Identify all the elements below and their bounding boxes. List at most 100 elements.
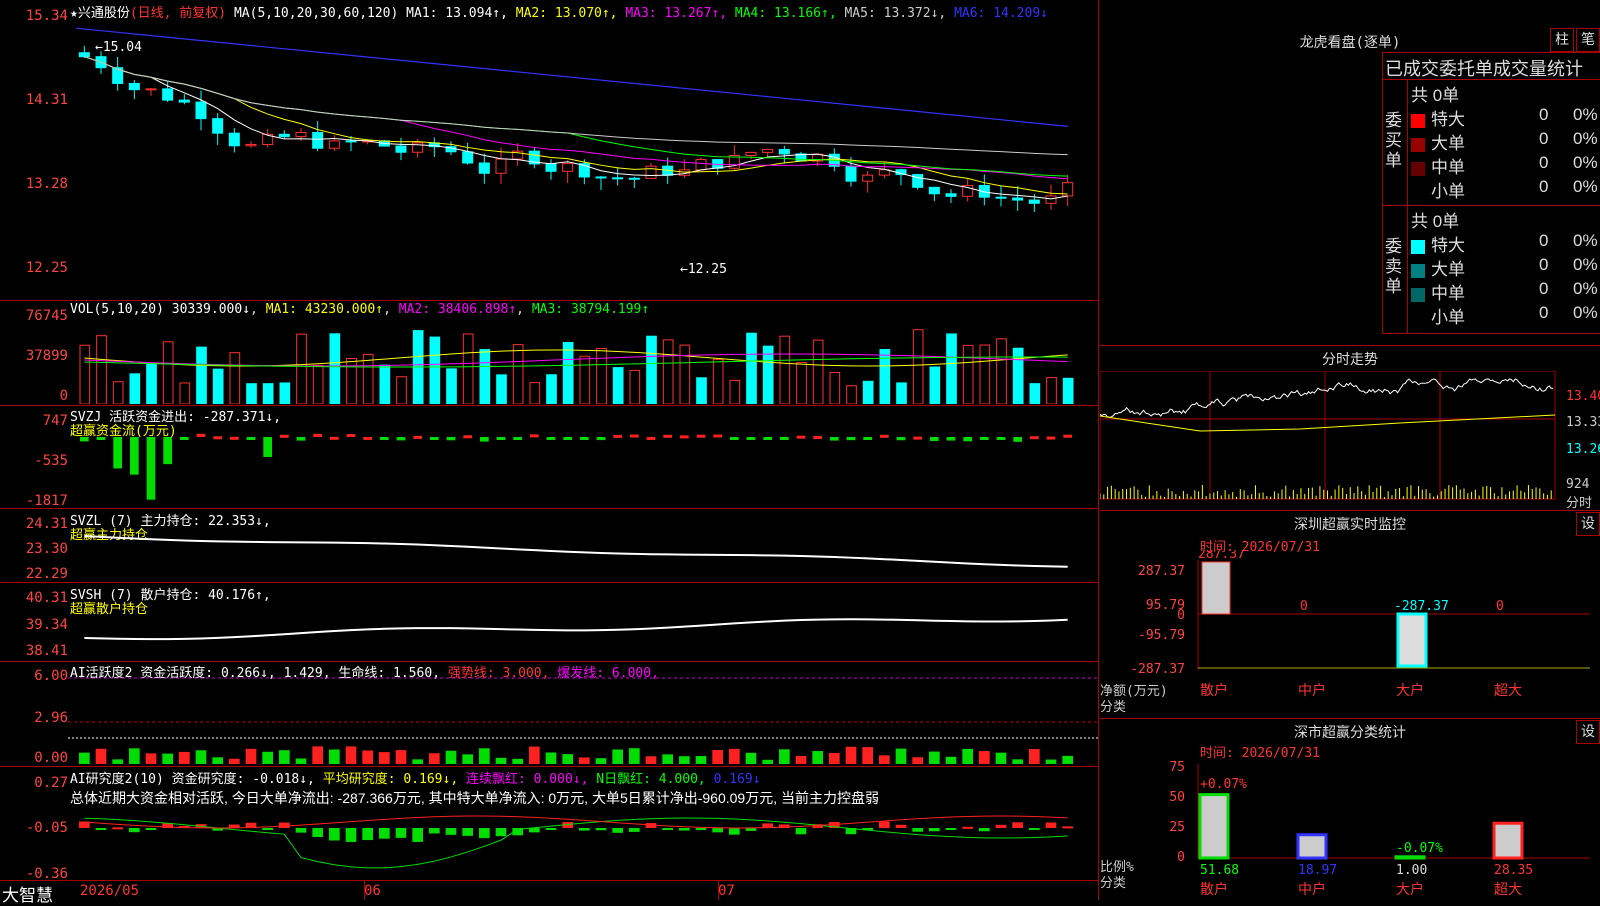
activity-bar: [745, 752, 757, 764]
order-pct: 0%: [1573, 153, 1598, 172]
activity-bar: [79, 752, 90, 764]
candle: [212, 118, 224, 134]
y-tick: 287.37: [1138, 564, 1185, 579]
activity-chart[interactable]: [68, 676, 1098, 764]
left-chart-area[interactable]: ★兴通股份(日线, 前复权) MA(5,10,20,30,60,120) MA1…: [0, 0, 1099, 905]
color-swatch: [1411, 287, 1425, 302]
activity-bar: [512, 758, 523, 764]
retail-holding-chart[interactable]: [68, 600, 1098, 660]
y-tick: 0: [59, 388, 68, 404]
flow-bar: [763, 437, 772, 440]
research-bar: [479, 828, 490, 839]
flow-bar: [313, 433, 322, 437]
candlestick-chart[interactable]: [68, 20, 1098, 298]
volume-bar: [296, 333, 307, 404]
candle: [245, 144, 257, 147]
ma-value: MA6: 14.209↓: [954, 6, 1048, 21]
activity-bar: [1029, 749, 1040, 764]
flow-bar: [230, 436, 239, 440]
research-chart[interactable]: [68, 790, 1098, 880]
activity-bar: [795, 755, 807, 764]
activity-bar: [695, 756, 707, 764]
flow-bar: [813, 435, 822, 439]
volume-bar: [562, 341, 574, 404]
color-swatch: [1411, 263, 1425, 278]
flow-bar: [1013, 437, 1022, 442]
volume-bar: [796, 362, 807, 404]
research-bar: [295, 828, 307, 833]
flow-bar: [896, 437, 906, 441]
activity-bar: [545, 752, 557, 764]
volume-bar: [679, 344, 691, 404]
ratio-bar: [1198, 793, 1230, 860]
fund-flow-chart[interactable]: [68, 420, 1098, 508]
sz-monitor-panel: 深圳超赢实时监控 设 时间: 2026/07/31 287.37 95.79 0 -9…: [1100, 510, 1600, 718]
volume-bar: [996, 338, 1007, 404]
volume-chart[interactable]: [68, 318, 1098, 404]
intraday-chart[interactable]: [1100, 371, 1565, 507]
volume-bar: [1046, 377, 1057, 404]
settings-button[interactable]: 设: [1576, 720, 1600, 744]
volume-bar: [346, 357, 357, 404]
tab-pen-chart[interactable]: 笔: [1576, 28, 1600, 52]
vol-title: VOL(5,10,20): [70, 302, 164, 317]
research-bar: [729, 828, 740, 835]
net-amount-chart[interactable]: 287.3795.790-95.79-287.37287.370 -287.37 0…: [1100, 550, 1600, 718]
volume-bar: [812, 339, 824, 404]
research-bar: [1045, 822, 1057, 828]
flow-bar: [396, 437, 406, 441]
date-label: 07: [718, 883, 735, 899]
date-label: 2026/05: [80, 883, 140, 899]
flow-bar: [996, 437, 1006, 440]
activity-bar: [262, 751, 273, 764]
y-tick: 0: [1177, 850, 1185, 865]
volume-bar: [279, 382, 291, 404]
volume-bar: [779, 335, 791, 404]
activity-bar: [929, 751, 940, 764]
ratio-chart[interactable]: 75 50 25 0 +0.07% -0.07% 51.68 18.97 1.00 28.35 散户…: [1100, 756, 1600, 900]
research-bar: [362, 828, 373, 841]
candle: [345, 140, 357, 143]
activity-bar: [529, 746, 540, 764]
y-tick: 22.29: [25, 566, 68, 582]
flow-bar: [480, 437, 489, 442]
flow-bar: [963, 437, 972, 442]
volume-bar: [646, 335, 657, 404]
y-tick: 50: [1169, 790, 1185, 805]
activity-bar: [312, 746, 323, 764]
candle: [928, 186, 940, 195]
value-label: 18.97: [1298, 863, 1337, 878]
stock-name[interactable]: ★兴通股份: [70, 6, 130, 21]
color-swatch: [1411, 311, 1425, 326]
order-val: 0: [1539, 177, 1549, 196]
flow-bar: [863, 437, 872, 440]
flow-bar: [346, 434, 356, 438]
y-tick: -95.79: [1138, 628, 1185, 643]
order-val: 0: [1539, 255, 1549, 274]
y-tick: 2.96: [34, 710, 68, 726]
research-bar: [795, 828, 807, 835]
intraday-panel[interactable]: 分时走势 13.40 13.33 13.26 924 分时: [1100, 345, 1600, 511]
candle: [745, 151, 757, 157]
order-row: 中单 0 0%: [1411, 279, 1600, 303]
candle: [762, 148, 774, 153]
activity-bar: [995, 752, 1007, 764]
tab-bar-chart[interactable]: 柱: [1550, 28, 1574, 52]
activity-bar: [162, 753, 173, 764]
y-tick: -0.05: [25, 820, 68, 836]
research-bar: [462, 828, 473, 836]
research-bar: [379, 828, 390, 839]
order-name: 小单: [1431, 182, 1465, 201]
y-tick: 0: [1177, 608, 1185, 623]
category-label: 散户: [1200, 682, 1228, 699]
activity-bar: [429, 753, 440, 764]
settings-button[interactable]: 设: [1576, 512, 1600, 536]
main-holding-chart[interactable]: [68, 528, 1098, 580]
order-pct: 0%: [1573, 105, 1598, 124]
ratio-bar: [1492, 821, 1524, 860]
order-val: 0: [1539, 279, 1549, 298]
research-bar: [979, 828, 990, 832]
ma-line: [75, 27, 1069, 127]
candle: [1028, 199, 1040, 204]
brand-logo[interactable]: 大智慧: [2, 881, 53, 906]
